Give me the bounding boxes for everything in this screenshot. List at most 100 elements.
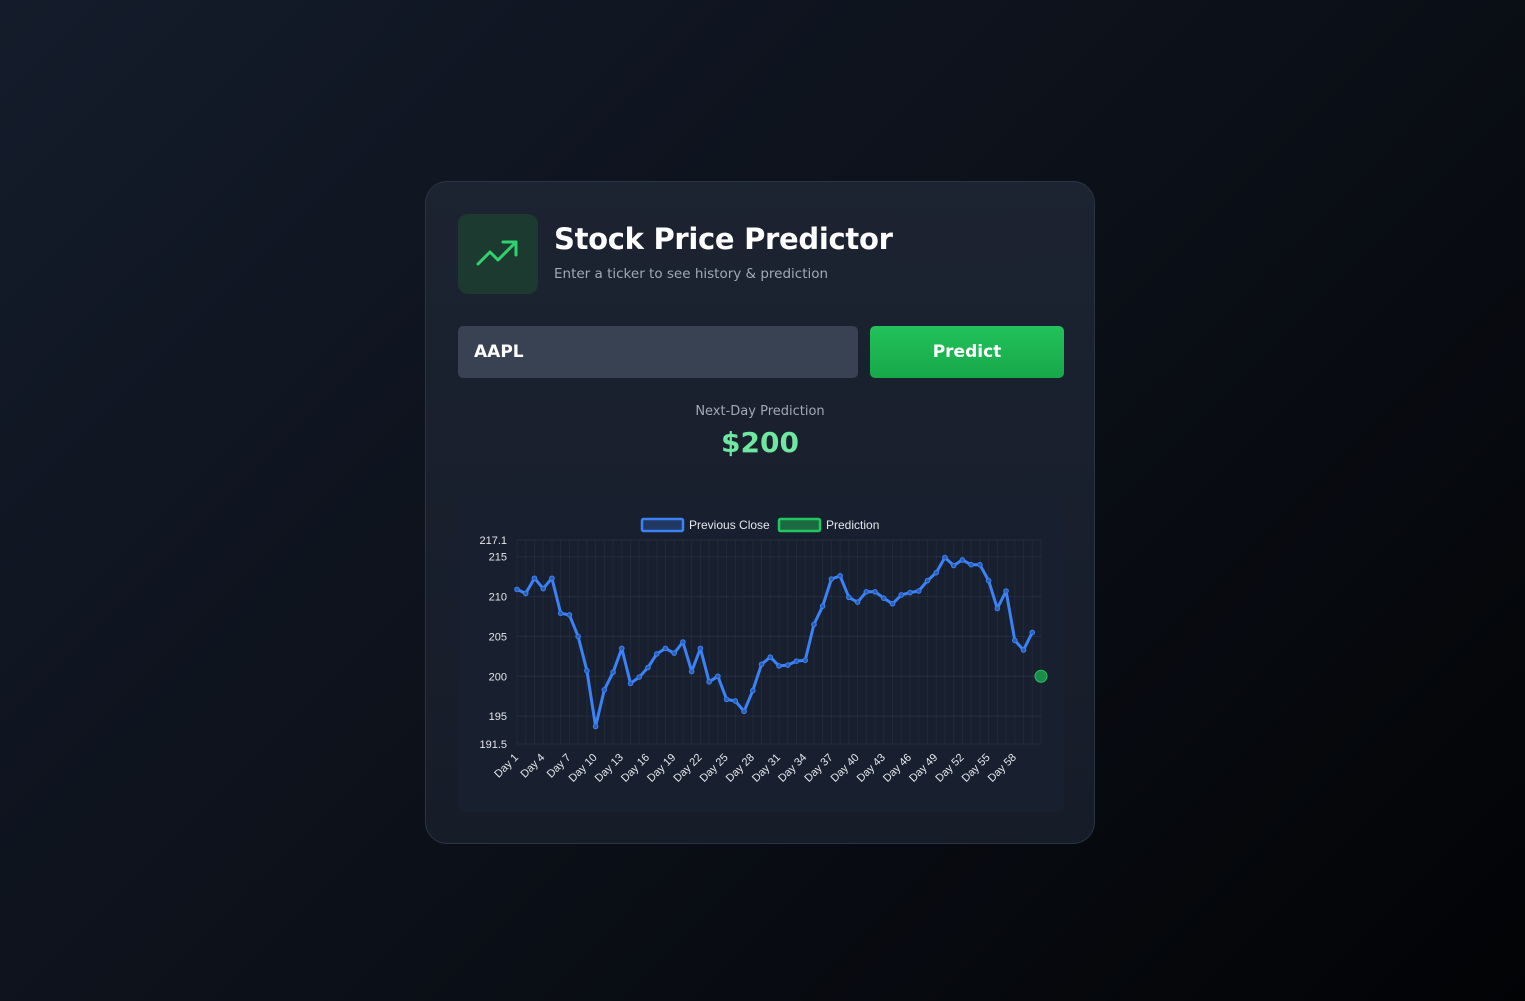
x-tick-label: Day 4 — [519, 752, 548, 781]
data-point — [653, 651, 660, 657]
x-tick-label: Day 25 — [698, 752, 731, 785]
prediction-value: $200 — [721, 426, 799, 459]
data-point — [881, 595, 887, 601]
legend-swatch — [777, 517, 822, 533]
data-point — [540, 585, 546, 592]
predictor-card: Stock Price Predictor Enter a ticker to … — [425, 181, 1095, 844]
data-point — [863, 588, 870, 595]
data-point — [645, 664, 651, 671]
x-tick-label: Day 31 — [750, 752, 783, 785]
data-point — [732, 698, 739, 704]
x-tick-label: Day 40 — [829, 752, 862, 785]
data-point — [819, 603, 826, 609]
x-tick-label: Day 28 — [724, 752, 757, 785]
data-point — [557, 610, 564, 617]
data-point — [994, 605, 1001, 612]
x-tick-label: Day 52 — [933, 752, 966, 785]
y-tick-label: 205 — [489, 631, 507, 643]
data-point — [889, 600, 896, 607]
data-point — [697, 645, 704, 652]
y-tick-label: 210 — [489, 592, 507, 604]
x-tick-label: Day 55 — [960, 752, 993, 785]
legend-label: Prediction — [826, 518, 879, 532]
x-tick-label: Day 19 — [645, 752, 678, 785]
prediction-point — [1034, 669, 1048, 683]
ticker-input[interactable] — [458, 326, 858, 378]
data-point — [592, 723, 599, 730]
data-point — [767, 654, 774, 660]
data-point — [741, 708, 747, 715]
data-point — [1012, 637, 1018, 644]
data-point — [793, 658, 800, 664]
trending-up-icon — [476, 240, 518, 266]
data-point — [959, 557, 966, 563]
data-point — [566, 612, 573, 618]
data-point — [977, 561, 983, 568]
data-point — [723, 696, 730, 703]
chart-canvas: 191.5195200205210215217.1Day 1Day 4Day 7… — [479, 517, 1048, 785]
predict-button[interactable]: Predict — [870, 326, 1064, 378]
prediction-label: Next-Day Prediction — [695, 404, 825, 419]
data-point — [671, 650, 677, 656]
x-tick-label: Day 1 — [492, 752, 521, 781]
x-tick-label: Day 46 — [881, 752, 914, 785]
logo-tile — [458, 214, 538, 294]
page-title: Stock Price Predictor — [554, 222, 893, 256]
y-tick-label: 195 — [489, 711, 507, 723]
legend-swatch — [640, 517, 685, 533]
data-point — [872, 588, 878, 595]
data-point — [950, 562, 957, 569]
data-point — [776, 663, 782, 669]
data-point — [619, 645, 625, 652]
data-point — [915, 588, 922, 594]
y-tick-label: 217.1 — [479, 535, 507, 547]
data-point — [1029, 629, 1036, 636]
data-point — [968, 561, 974, 568]
data-point — [522, 590, 529, 597]
y-tick-label: 215 — [489, 552, 507, 564]
y-tick-label: 200 — [489, 671, 507, 683]
data-point — [933, 569, 940, 576]
data-point — [846, 594, 852, 601]
data-point — [942, 554, 948, 561]
series-line-previous-close — [516, 556, 1034, 728]
price-chart: 191.5 195 200 205 210 215 217.1 Day 1 Day 4 Day 7… — [458, 494, 1064, 812]
data-point — [1020, 647, 1027, 653]
data-point — [715, 673, 721, 680]
data-point — [985, 577, 992, 584]
data-point — [680, 639, 686, 645]
page-subtitle: Enter a ticker to see history & predicti… — [554, 266, 829, 282]
data-point — [662, 645, 669, 652]
data-point — [627, 680, 634, 687]
data-point — [688, 668, 695, 675]
data-point — [898, 592, 905, 598]
data-point — [907, 589, 913, 596]
data-point — [784, 662, 791, 668]
data-point — [584, 667, 590, 674]
x-tick-label: Day 16 — [619, 752, 652, 785]
x-tick-label: Day 37 — [802, 752, 835, 785]
x-tick-label: Day 22 — [671, 752, 704, 785]
data-point — [636, 674, 643, 680]
data-point — [601, 687, 608, 693]
data-point — [758, 661, 765, 668]
data-point — [549, 575, 555, 582]
data-point — [854, 599, 861, 605]
data-point — [828, 576, 835, 582]
y-tick-label: 191.5 — [479, 739, 507, 751]
data-point — [1003, 588, 1009, 594]
data-point — [811, 621, 817, 628]
data-point — [531, 575, 538, 582]
data-point — [750, 687, 756, 694]
x-tick-label: Day 58 — [986, 752, 1019, 785]
data-point — [575, 633, 581, 640]
legend-label: Previous Close — [689, 518, 770, 532]
data-point — [924, 577, 931, 584]
x-tick-label: Day 49 — [907, 752, 940, 785]
x-tick-label: Day 10 — [567, 752, 600, 785]
x-tick-label: Day 13 — [593, 752, 626, 785]
x-tick-label: Day 43 — [855, 752, 888, 785]
data-point — [837, 573, 843, 579]
data-point — [514, 586, 520, 593]
x-tick-label: Day 34 — [776, 752, 809, 785]
